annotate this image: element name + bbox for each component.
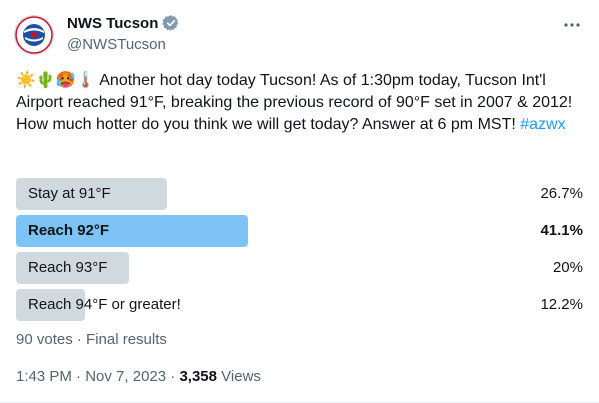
- hashtag-link[interactable]: #azwx: [520, 116, 565, 133]
- account-name-row: NWS Tucson: [67, 14, 180, 32]
- tweet-time[interactable]: 1:43 PM: [16, 368, 72, 385]
- nws-logo-icon: [15, 16, 53, 54]
- poll: Stay at 91°F 26.7% Reach 92°F 41.1% Reac…: [16, 178, 583, 326]
- sun-emoji: ☀️: [16, 72, 36, 89]
- poll-option-percent: 12.2%: [540, 296, 583, 313]
- poll-option: Stay at 91°F 26.7%: [16, 178, 583, 210]
- poll-option: Reach 94°F or greater! 12.2%: [16, 289, 583, 321]
- avatar[interactable]: [14, 15, 54, 55]
- poll-option: Reach 93°F 20%: [16, 252, 583, 284]
- hot-face-emoji: 🥵: [55, 72, 76, 89]
- cactus-emoji: 🌵: [35, 72, 56, 89]
- account-name[interactable]: NWS Tucson: [67, 15, 158, 32]
- tweet-body: Another hot day today Tucson! As of 1:30…: [16, 72, 573, 133]
- account-handle[interactable]: @NWSTucson: [67, 36, 166, 53]
- poll-option-percent: 41.1%: [540, 222, 583, 239]
- views-count[interactable]: 3,358: [179, 368, 217, 385]
- meta-separator: ·: [170, 368, 176, 385]
- verified-badge-icon: [162, 15, 179, 31]
- poll-option-label: Reach 92°F: [28, 222, 110, 239]
- tweet-date[interactable]: Nov 7, 2023: [85, 368, 166, 385]
- poll-option-percent: 26.7%: [540, 185, 583, 202]
- views-label: Views: [221, 368, 261, 385]
- poll-option: Reach 92°F 41.1%: [16, 215, 583, 247]
- poll-option-label: Reach 93°F: [28, 259, 108, 276]
- meta-separator: ·: [76, 368, 82, 385]
- poll-option-label: Reach 94°F or greater!: [28, 296, 181, 313]
- poll-option-label: Stay at 91°F: [28, 185, 111, 202]
- more-options-icon[interactable]: [562, 16, 582, 34]
- poll-summary: 90 votes · Final results: [16, 331, 167, 348]
- poll-option-percent: 20%: [552, 259, 583, 276]
- tweet-meta: 1:43 PM · Nov 7, 2023 · 3,358 Views: [16, 368, 261, 385]
- thermometer-emoji: 🌡️: [75, 72, 96, 89]
- tweet-text: ☀️🌵🥵🌡️ Another hot day today Tucson! As …: [16, 70, 586, 136]
